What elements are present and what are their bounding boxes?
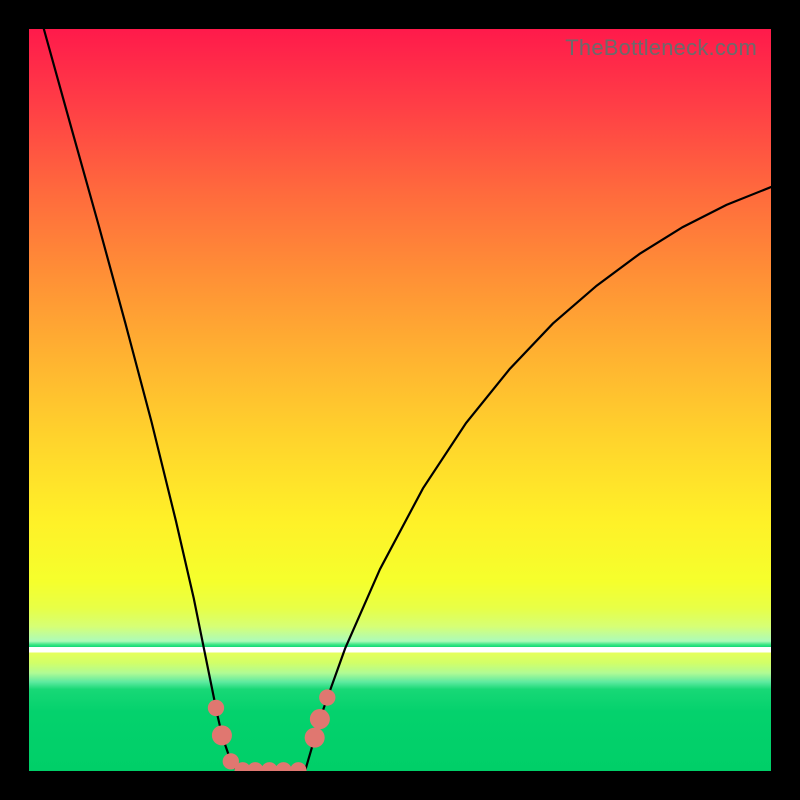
highlight-dot [319,689,335,705]
highlight-dot [212,725,232,745]
plot-area: TheBottleneck.com [29,29,771,771]
highlight-dots-group [208,689,336,771]
highlight-dot [247,762,263,771]
stage: TheBottleneck.com [0,0,800,800]
curve-left-branch [44,29,237,771]
highlight-dot [310,709,330,729]
curve-right-branch [305,187,771,771]
curve-svg [29,29,771,771]
highlight-dot [208,700,224,716]
highlight-dot [290,762,306,771]
highlight-dot [305,728,325,748]
highlight-dot [275,762,291,771]
highlight-dot [261,762,277,771]
